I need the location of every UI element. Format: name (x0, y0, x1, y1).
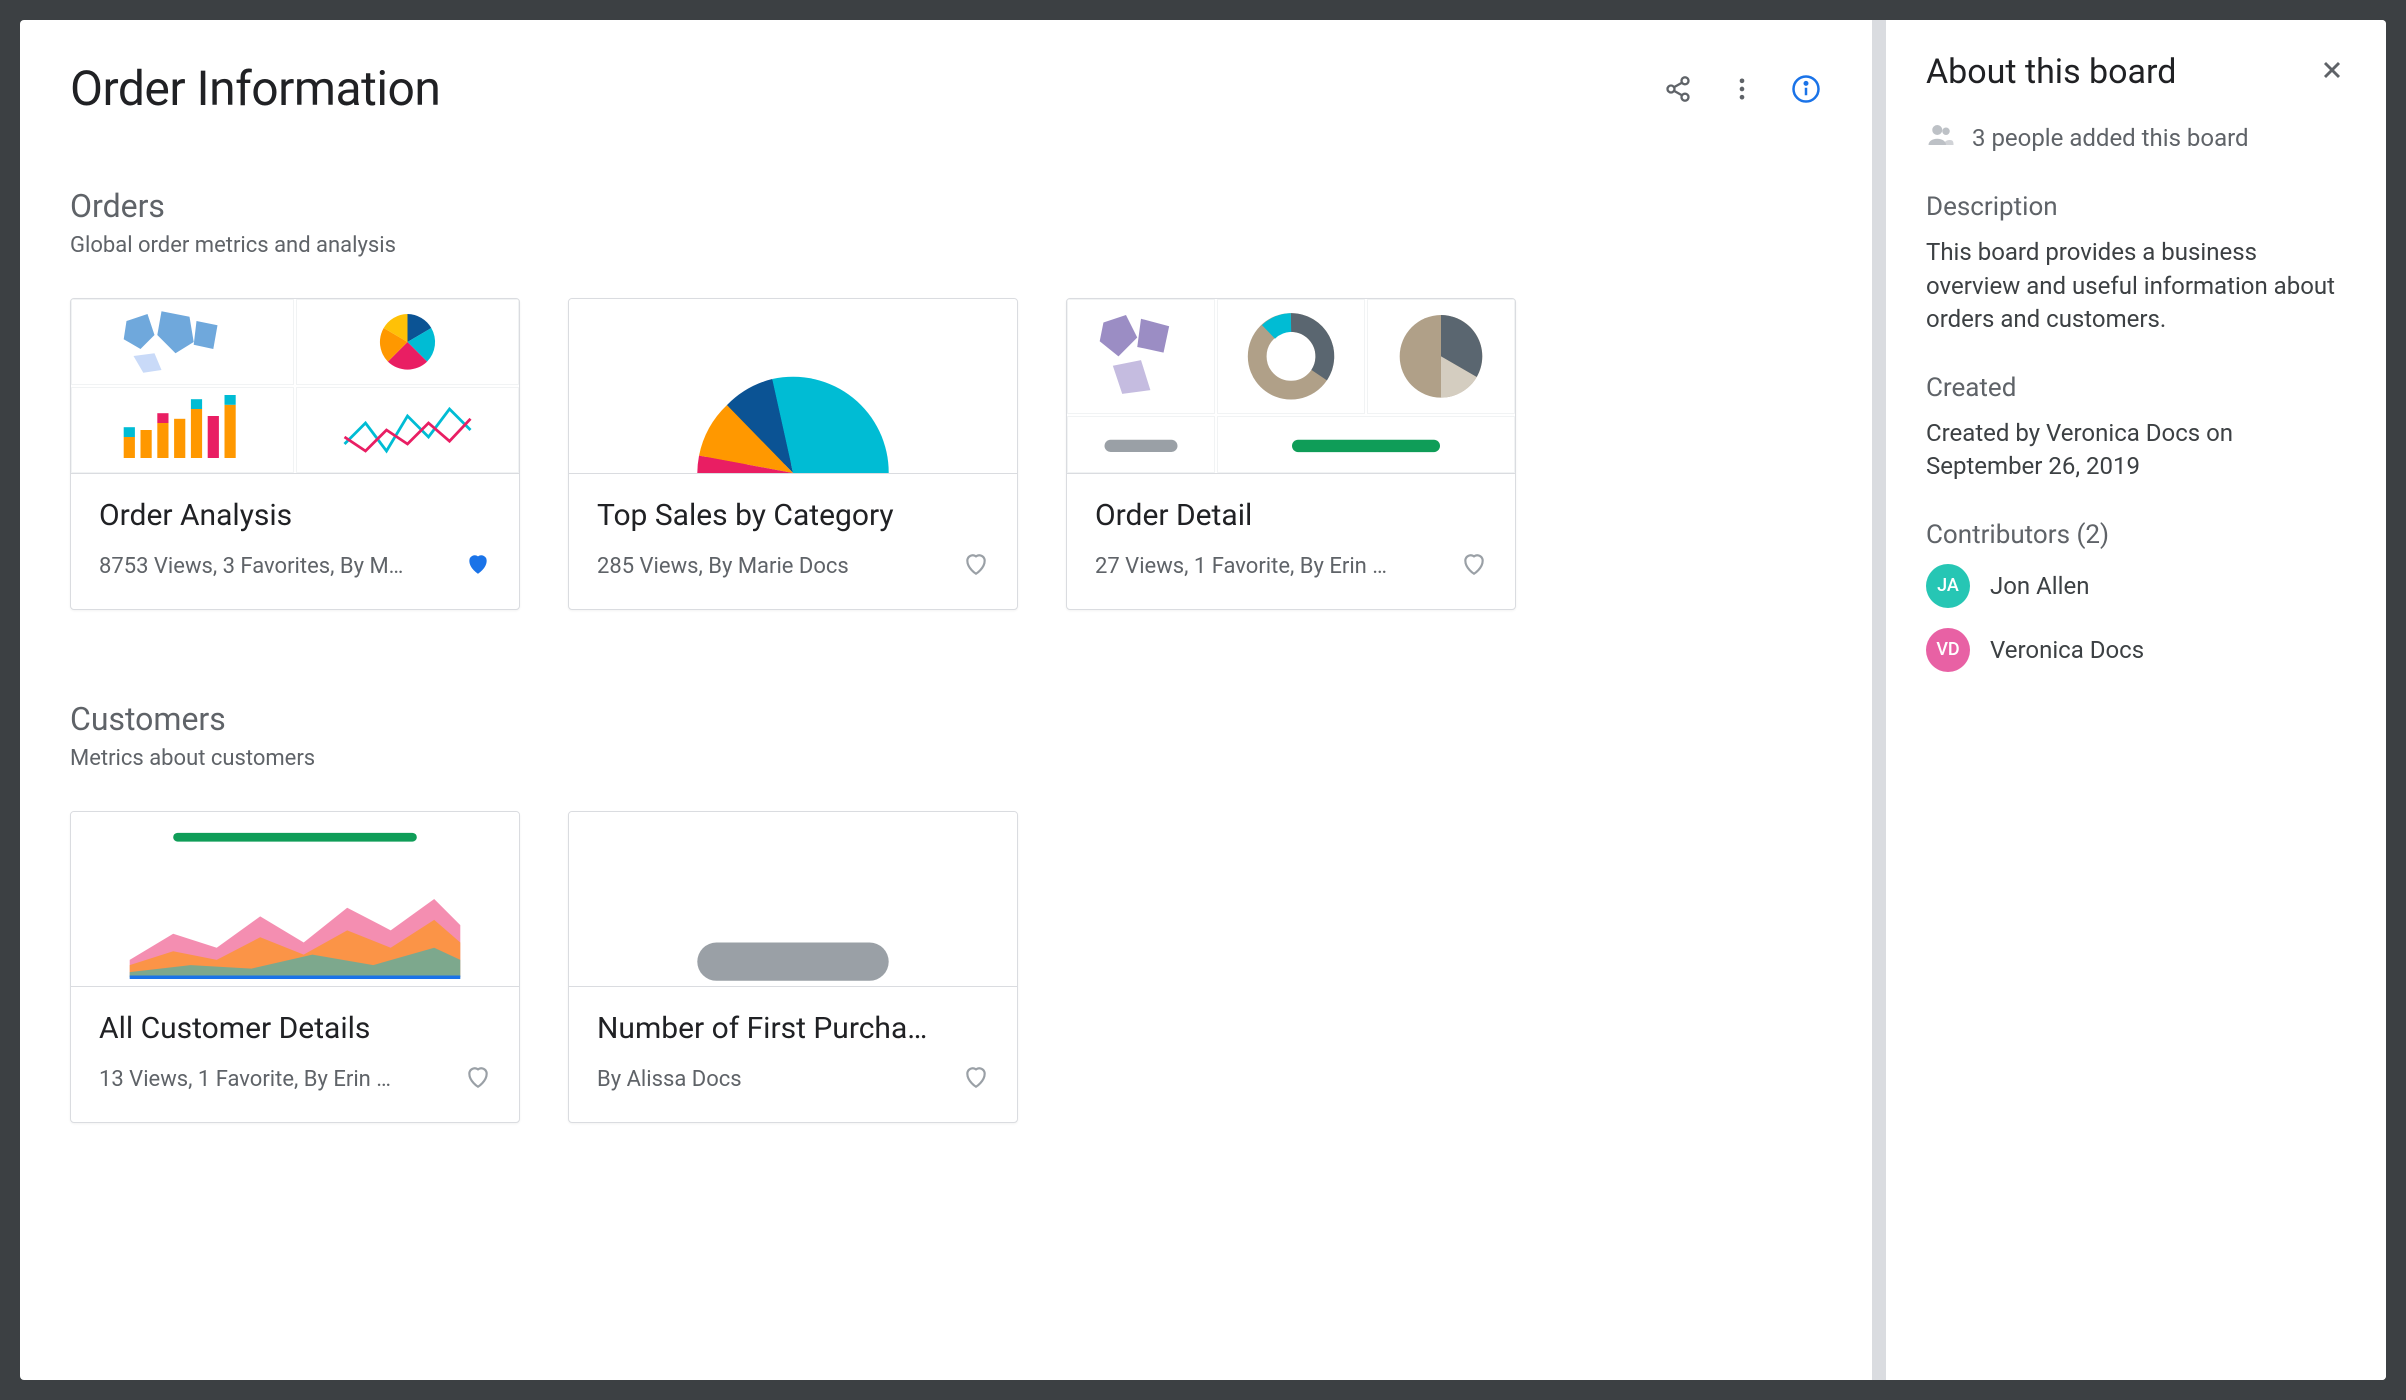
card-thumbnail (569, 812, 1017, 987)
people-icon (1926, 120, 1956, 156)
dashboard-card[interactable]: All Customer Details 13 Views, 1 Favorit… (70, 811, 520, 1123)
card-thumbnail (71, 299, 519, 474)
heart-icon[interactable] (465, 551, 491, 581)
avatar: VD (1926, 628, 1970, 672)
card-meta: 285 Views, By Marie Docs (597, 554, 849, 579)
dashboard-card[interactable]: Order Detail 27 Views, 1 Favorite, By Er… (1066, 298, 1516, 610)
heart-icon[interactable] (465, 1064, 491, 1094)
description-text: This board provides a business overview … (1926, 236, 2346, 337)
heart-icon[interactable] (963, 551, 989, 581)
card-title: Order Detail (1095, 498, 1487, 533)
more-icon[interactable] (1726, 73, 1758, 105)
contributor-item: VD Veronica Docs (1926, 628, 2346, 672)
page-title: Order Information (70, 60, 440, 117)
heart-icon[interactable] (1461, 551, 1487, 581)
section-subtitle: Global order metrics and analysis (70, 233, 1822, 258)
main-panel: Order Information Orders Global order me… (20, 20, 1872, 1380)
share-icon[interactable] (1662, 73, 1694, 105)
heart-icon[interactable] (963, 1064, 989, 1094)
section-title: Orders (70, 187, 1822, 225)
dashboard-card[interactable]: Top Sales by Category 285 Views, By Mari… (568, 298, 1018, 610)
avatar: JA (1926, 564, 1970, 608)
contributor-name: Jon Allen (1990, 572, 2089, 600)
info-icon[interactable] (1790, 73, 1822, 105)
card-thumbnail (71, 812, 519, 987)
about-panel: About this board 3 people added this boa… (1886, 20, 2386, 1380)
card-title: All Customer Details (99, 1011, 491, 1046)
people-added-text: 3 people added this board (1972, 124, 2249, 152)
dashboard-card[interactable]: Order Analysis 8753 Views, 3 Favorites, … (70, 298, 520, 610)
card-meta: 13 Views, 1 Favorite, By Erin … (99, 1067, 391, 1092)
contributor-item: JA Jon Allen (1926, 564, 2346, 608)
section-subtitle: Metrics about customers (70, 746, 1822, 771)
section-customers: Customers Metrics about customers All Cu… (70, 700, 1822, 1123)
description-label: Description (1926, 192, 2346, 222)
section-orders: Orders Global order metrics and analysis (70, 187, 1822, 610)
contributors-label: Contributors (2) (1926, 520, 2346, 550)
close-icon[interactable] (2318, 56, 2346, 88)
contributor-name: Veronica Docs (1990, 636, 2144, 664)
dashboard-card[interactable]: Number of First Purcha… By Alissa Docs (568, 811, 1018, 1123)
card-title: Number of First Purcha… (597, 1011, 989, 1046)
about-title: About this board (1926, 52, 2176, 92)
card-meta: 27 Views, 1 Favorite, By Erin … (1095, 554, 1387, 579)
card-title: Top Sales by Category (597, 498, 989, 533)
card-thumbnail (569, 299, 1017, 474)
card-meta: By Alissa Docs (597, 1067, 742, 1092)
created-label: Created (1926, 373, 2346, 403)
card-title: Order Analysis (99, 498, 491, 533)
card-meta: 8753 Views, 3 Favorites, By M… (99, 554, 403, 579)
card-thumbnail (1067, 299, 1515, 474)
created-text: Created by Veronica Docs on September 26… (1926, 417, 2346, 484)
panel-divider (1872, 20, 1886, 1380)
section-title: Customers (70, 700, 1822, 738)
